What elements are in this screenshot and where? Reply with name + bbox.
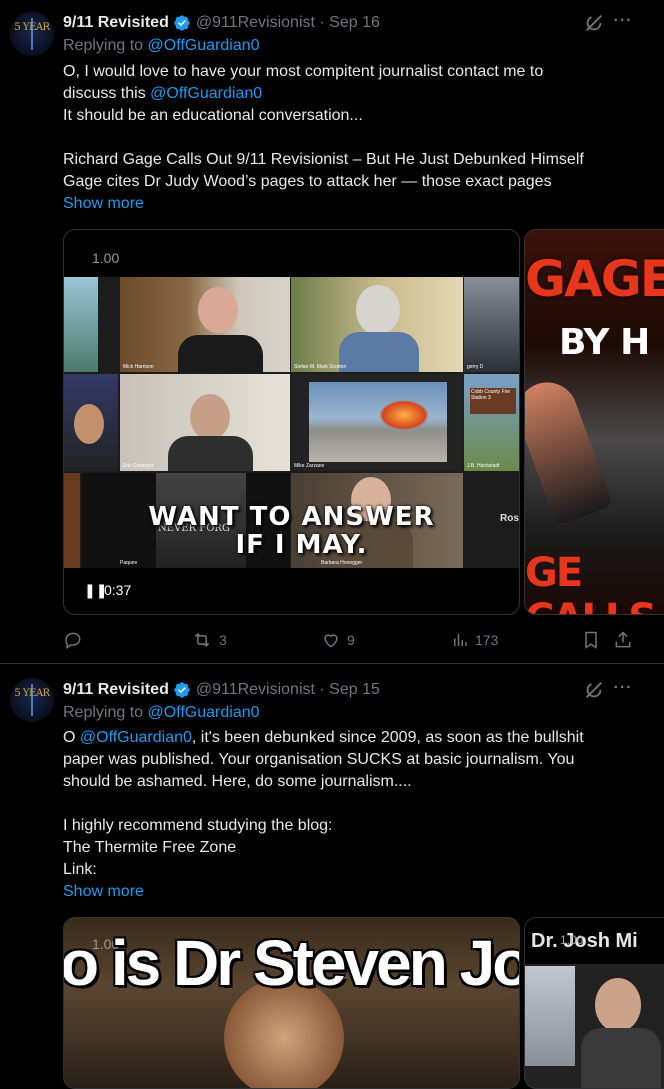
tile-caption: Eric Coverpot <box>123 463 154 469</box>
tweet-text-line: Link: <box>63 861 97 878</box>
tweet-text-line: O, I would love to have your most compit… <box>63 63 544 80</box>
tile-caption: Stefan M. Mark Scotton <box>294 364 347 370</box>
author-handle[interactable]: @911Revisionist <box>196 14 315 32</box>
mention-link[interactable]: @OffGuardian0 <box>150 85 262 102</box>
avatar[interactable]: 5 YEAR <box>10 678 54 722</box>
thumbnail-text: GE CALLS <box>525 550 657 614</box>
video-time: 0:37 <box>104 582 132 598</box>
views-button[interactable]: 173 <box>451 630 498 650</box>
tweet-text-line: discuss this @OffGuardian0 <box>63 83 262 105</box>
like-button[interactable]: 9 <box>321 630 355 650</box>
more-options-icon[interactable]: ··· <box>612 13 634 36</box>
tweet-date[interactable]: Sep 15 <box>329 681 380 699</box>
tweet-text-line: should be ashamed. Here, do some journal… <box>63 773 412 790</box>
replying-to-link[interactable]: @OffGuardian0 <box>148 37 260 54</box>
tweet-text-line: I highly recommend studying the blog: <box>63 817 333 834</box>
author-handle[interactable]: @911Revisionist <box>196 681 315 699</box>
reply-button[interactable] <box>63 630 89 650</box>
tile-caption: J.B. Hochstadt <box>467 463 500 469</box>
tile-caption: Mike Zarzano <box>294 463 325 469</box>
video-tile: Eric Coverpot <box>120 374 290 471</box>
tweet-text-line: Gage cites Dr Judy Wood’s pages to attac… <box>63 173 552 190</box>
video-tile: gerry D <box>464 277 519 372</box>
replying-label: Replying to <box>63 37 144 54</box>
caption-line: IF I MAY. <box>235 530 368 560</box>
bookmark-button[interactable] <box>581 630 607 650</box>
video-tile <box>64 374 118 471</box>
thumbnail-text: Dr. Josh Mi <box>531 930 638 952</box>
video-tile: Mike Zarzano <box>291 374 463 471</box>
video-caption: WANT TO ANSWER IF I MAY. <box>64 503 519 559</box>
author-name[interactable]: 9/11 Revisited <box>63 681 169 699</box>
tweet-actions: 3 9 173 <box>63 628 638 652</box>
repost-icon <box>194 633 210 647</box>
tweet-text-line: It should be an educational conversation… <box>63 107 363 124</box>
show-more-link[interactable]: Show more <box>63 881 144 903</box>
tweet-header: 9/11 Revisited @911Revisionist · Sep 16 <box>63 12 380 34</box>
more-options-icon[interactable]: ··· <box>612 680 634 703</box>
tweet[interactable]: 5 YEAR 9/11 Revisited @911Revisionist · … <box>0 0 664 664</box>
video-player[interactable]: 1.00 o is Dr Steven Jo <box>63 917 520 1089</box>
replying-to-link[interactable]: @OffGuardian0 <box>148 704 260 721</box>
video-frame: Mick Harrison Stefan M. Mark Scotton ger… <box>64 277 519 568</box>
avatar-text: 5 YEAR <box>14 22 50 33</box>
tile-caption: gerry D <box>467 364 484 370</box>
like-count: 9 <box>347 632 355 648</box>
caption-line: WANT TO ANSWER <box>148 502 435 532</box>
avatar[interactable]: 5 YEAR <box>10 12 54 56</box>
verified-badge-icon[interactable] <box>173 14 191 32</box>
share-button[interactable] <box>613 630 639 650</box>
tweet-text-line: The Thermite Free Zone <box>63 839 237 856</box>
tile-sign: Cobb County Fire Station 3 <box>470 388 516 414</box>
share-icon <box>615 631 631 648</box>
tweet[interactable]: 5 YEAR 9/11 Revisited @911Revisionist · … <box>0 664 664 1089</box>
tweet-text: discuss this <box>63 85 151 102</box>
tweet-header: 9/11 Revisited @911Revisionist · Sep 15 <box>63 679 380 701</box>
playback-speed: 1.00 <box>560 933 584 947</box>
thumbnail-figure <box>525 373 614 527</box>
replying-to: Replying to @OffGuardian0 <box>63 704 260 722</box>
tile-caption: Paquee <box>120 560 138 566</box>
heart-icon <box>324 634 338 648</box>
grok-icon[interactable] <box>583 679 605 701</box>
view-count: 173 <box>475 632 499 648</box>
media-thumbnail[interactable]: GAGE BY H GE CALLS <box>524 229 664 615</box>
author-name[interactable]: 9/11 Revisited <box>63 14 169 32</box>
tweet-text: O <box>63 729 80 746</box>
repost-count: 3 <box>219 632 227 648</box>
separator-dot: · <box>314 681 330 698</box>
bookmark-icon <box>585 631 597 649</box>
thumbnail-text: BY H <box>559 322 650 363</box>
tile-caption: Barbara Honegger <box>321 560 363 566</box>
tile-caption: Mick Harrison <box>123 364 154 370</box>
verified-badge-icon[interactable] <box>173 681 191 699</box>
tweet-text-line: O @OffGuardian0, it's been debunked sinc… <box>63 727 584 749</box>
grok-icon[interactable] <box>583 12 605 34</box>
thumbnail-text: GAGE <box>525 250 664 308</box>
separator-dot: · <box>314 14 330 31</box>
video-tile: Mick Harrison <box>120 277 290 372</box>
video-tile: Stefan M. Mark Scotton <box>291 277 463 372</box>
tweet-date[interactable]: Sep 16 <box>329 14 380 32</box>
video-tile: Cobb County Fire Station 3 J.B. Hochstad… <box>464 374 519 471</box>
repost-button[interactable]: 3 <box>191 630 227 650</box>
media-thumbnail[interactable]: Dr. Josh Mi 1.00 <box>524 917 664 1089</box>
tweet-text-line: Richard Gage Calls Out 9/11 Revisionist … <box>63 151 584 168</box>
reply-icon <box>65 632 81 649</box>
mention-link[interactable]: @OffGuardian0 <box>80 729 192 746</box>
playback-speed[interactable]: 1.00 <box>92 250 119 266</box>
tweet-text-line: paper was published. Your organisation S… <box>63 751 575 768</box>
show-more-link[interactable]: Show more <box>63 193 144 215</box>
tweet-text: , it's been debunked since 2009, as soon… <box>191 729 584 746</box>
replying-to: Replying to @OffGuardian0 <box>63 37 260 55</box>
video-title-overlay: o is Dr Steven Jo <box>63 927 520 999</box>
replying-label: Replying to <box>63 704 144 721</box>
avatar-text: 5 YEAR <box>14 688 50 699</box>
video-tile <box>64 277 98 372</box>
analytics-icon <box>454 634 467 646</box>
video-player[interactable]: 1.00 Mick Harrison Stefan M. Mark Scotto… <box>63 229 520 615</box>
